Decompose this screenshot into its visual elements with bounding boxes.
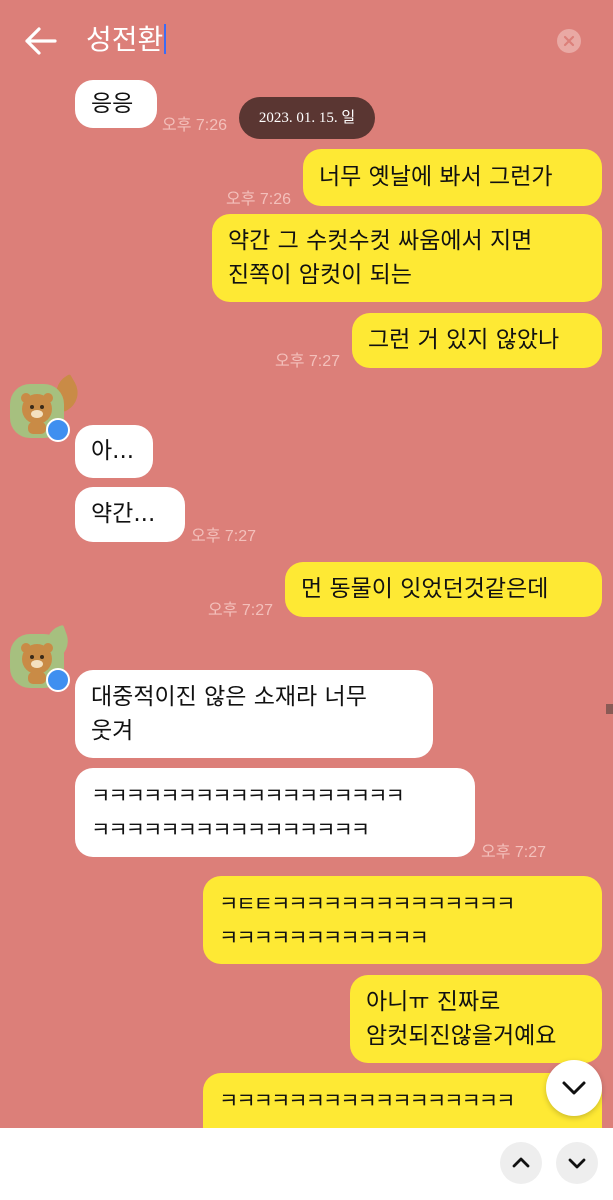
scrollbar-thumb[interactable] <box>606 704 613 714</box>
profile-avatar[interactable] <box>10 634 70 692</box>
message-time: 오후 7:27 <box>481 844 547 861</box>
message-time: 오후 7:27 <box>275 353 341 370</box>
message-bubble[interactable]: 응응 <box>75 80 157 128</box>
verified-badge-icon <box>46 668 70 692</box>
profile-avatar[interactable] <box>10 384 70 442</box>
message-bubble[interactable]: 아니ㅠ 진짜로 암컷되진않을거예요 <box>350 975 602 1063</box>
chevron-up-icon <box>512 1157 530 1168</box>
search-nav-bar <box>0 1128 613 1200</box>
previous-result-button[interactable] <box>500 1142 542 1184</box>
chat-header: 성전환 <box>0 0 613 78</box>
text-cursor <box>164 24 167 54</box>
chevron-down-icon <box>568 1158 586 1169</box>
message-bubble[interactable]: 먼 동물이 잇었던것같은데 <box>285 562 602 617</box>
date-divider: 2023. 01. 15. 일 <box>239 97 375 139</box>
message-bubble[interactable]: 대중적이진 않은 소재라 너무 웃겨 <box>75 670 433 758</box>
chat-title: 성전환 <box>86 23 164 56</box>
next-result-button[interactable] <box>556 1142 598 1184</box>
message-time: 오후 7:26 <box>226 191 292 208</box>
message-bubble[interactable]: 너무 옛날에 봐서 그런가 <box>303 149 602 206</box>
message-bubble[interactable]: ㅋㅋㅋㅋㅋㅋㅋㅋㅋㅋㅋㅋㅋㅋㅋㅋㅋㅋ ㅋㅋㅋㅋㅋㅋㅋㅋㅋㅋㅋㅋㅋㅋㅋㅋ <box>75 768 475 857</box>
message-bubble[interactable]: 아... <box>75 425 153 478</box>
back-arrow-icon[interactable] <box>24 26 58 56</box>
search-field[interactable]: 성전환 <box>86 22 167 58</box>
message-bubble[interactable]: 그런 거 있지 않았나 <box>352 313 602 368</box>
message-bubble[interactable]: 약간 그 수컷수컷 싸움에서 지면 진쪽이 암컷이 되는 <box>212 214 602 302</box>
chevron-down-icon <box>562 1081 586 1095</box>
verified-badge-icon <box>46 418 70 442</box>
message-bubble[interactable]: 약간... <box>75 487 185 542</box>
message-time: 오후 7:27 <box>208 602 274 619</box>
message-bubble[interactable]: ㅋㅌㅌㅋㅋㅋㅋㅋㅋㅋㅋㅋㅋㅋㅋㅋㅋ ㅋㅋㅋㅋㅋㅋㅋㅋㅋㅋㅋㅋ <box>203 876 602 964</box>
message-time: 오후 7:27 <box>191 528 257 545</box>
chat-area[interactable]: 응응 오후 7:26 2023. 01. 15. 일 너무 옛날에 봐서 그런가… <box>0 0 613 1128</box>
message-bubble[interactable]: ㅋㅋㅋㅋㅋㅋㅋㅋㅋㅋㅋㅋㅋㅋㅋㅋㅋ ㅋㅋㅋㅋㅋㅋ <box>203 1073 602 1128</box>
clear-icon[interactable] <box>557 29 581 53</box>
message-time: 오후 7:26 <box>162 117 228 134</box>
scroll-down-button[interactable] <box>546 1060 602 1116</box>
